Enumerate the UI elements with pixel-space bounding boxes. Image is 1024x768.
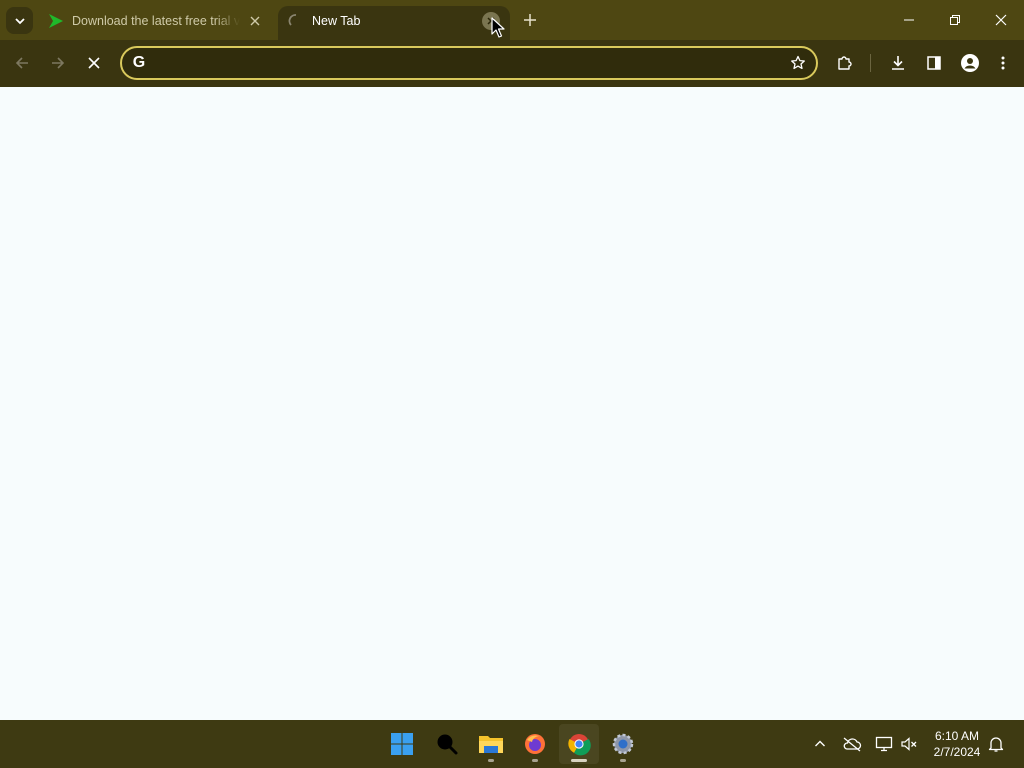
menu-button[interactable] (988, 48, 1018, 78)
mouse-cursor-icon (491, 17, 505, 38)
running-indicator (571, 759, 587, 762)
arrow-right-icon (52, 57, 65, 69)
toolbar-divider (870, 54, 871, 72)
search-icon (437, 734, 458, 755)
taskbar-search-button[interactable] (427, 724, 467, 764)
address-bar[interactable]: G (120, 46, 818, 80)
stop-loading-button[interactable] (79, 48, 109, 78)
taskbar-chrome[interactable] (559, 724, 599, 764)
profile-button[interactable] (955, 48, 985, 78)
chevron-up-icon (815, 740, 825, 747)
page-content (0, 87, 1024, 720)
tab-search-button[interactable] (6, 7, 33, 34)
restore-icon (950, 15, 960, 25)
avatar-icon (961, 54, 979, 72)
back-button[interactable] (7, 48, 37, 78)
green-play-icon (48, 13, 64, 29)
running-indicator (488, 759, 494, 762)
downloads-button[interactable] (883, 48, 913, 78)
side-panel-button[interactable] (919, 48, 949, 78)
tab-download[interactable]: Download the latest free trial ve (38, 6, 274, 40)
restore-button[interactable] (932, 0, 978, 40)
gear-icon (612, 733, 634, 755)
onedrive-tray-button[interactable] (841, 733, 863, 755)
windows-logo-icon (391, 733, 413, 755)
minimize-icon (904, 19, 914, 21)
clock-time: 6:10 AM (934, 729, 980, 743)
close-icon (995, 14, 1007, 26)
firefox-icon (525, 734, 545, 754)
minimize-button[interactable] (886, 0, 932, 40)
network-tray-button[interactable] (873, 733, 895, 755)
cloud-off-icon (843, 737, 862, 752)
loading-spinner-icon (288, 13, 304, 29)
start-button[interactable] (382, 724, 422, 764)
plus-icon (524, 14, 536, 26)
puzzle-icon (838, 56, 852, 70)
system-clock[interactable]: 6:10 AM 2/7/2024 (926, 728, 988, 760)
volume-tray-button[interactable] (898, 733, 920, 755)
volume-muted-icon (901, 737, 917, 751)
taskbar: 6:10 AM 2/7/2024 (0, 720, 1024, 768)
folder-icon (479, 736, 503, 753)
download-icon (892, 56, 904, 70)
close-icon (88, 57, 100, 69)
taskbar-file-explorer[interactable] (471, 724, 511, 764)
tab-title: New Tab (312, 14, 361, 28)
chrome-icon (568, 734, 591, 756)
taskbar-firefox[interactable] (515, 724, 555, 764)
bell-icon (988, 737, 1004, 752)
close-icon[interactable] (246, 12, 264, 30)
tab-new-tab[interactable]: New Tab (278, 6, 510, 40)
star-icon[interactable] (788, 53, 808, 73)
running-indicator (532, 759, 538, 762)
browser-toolbar: G (0, 40, 1024, 87)
running-indicator (620, 759, 626, 762)
tab-strip: Download the latest free trial ve New Ta… (0, 0, 1024, 40)
clock-date: 2/7/2024 (933, 745, 981, 759)
arrow-left-icon (15, 57, 28, 69)
network-icon (875, 736, 893, 752)
forward-button[interactable] (43, 48, 73, 78)
chevron-down-icon (14, 17, 25, 24)
show-hidden-icons-button[interactable] (809, 733, 831, 755)
google-icon: G (132, 54, 146, 71)
side-panel-icon (927, 56, 941, 70)
taskbar-settings[interactable] (603, 724, 643, 764)
tab-title: Download the latest free trial ve (72, 14, 240, 28)
address-input[interactable] (154, 48, 774, 78)
extensions-button[interactable] (830, 48, 860, 78)
notifications-button[interactable] (985, 733, 1007, 755)
kebab-menu-icon (1001, 56, 1005, 70)
new-tab-button[interactable] (518, 8, 542, 32)
close-window-button[interactable] (978, 0, 1024, 40)
